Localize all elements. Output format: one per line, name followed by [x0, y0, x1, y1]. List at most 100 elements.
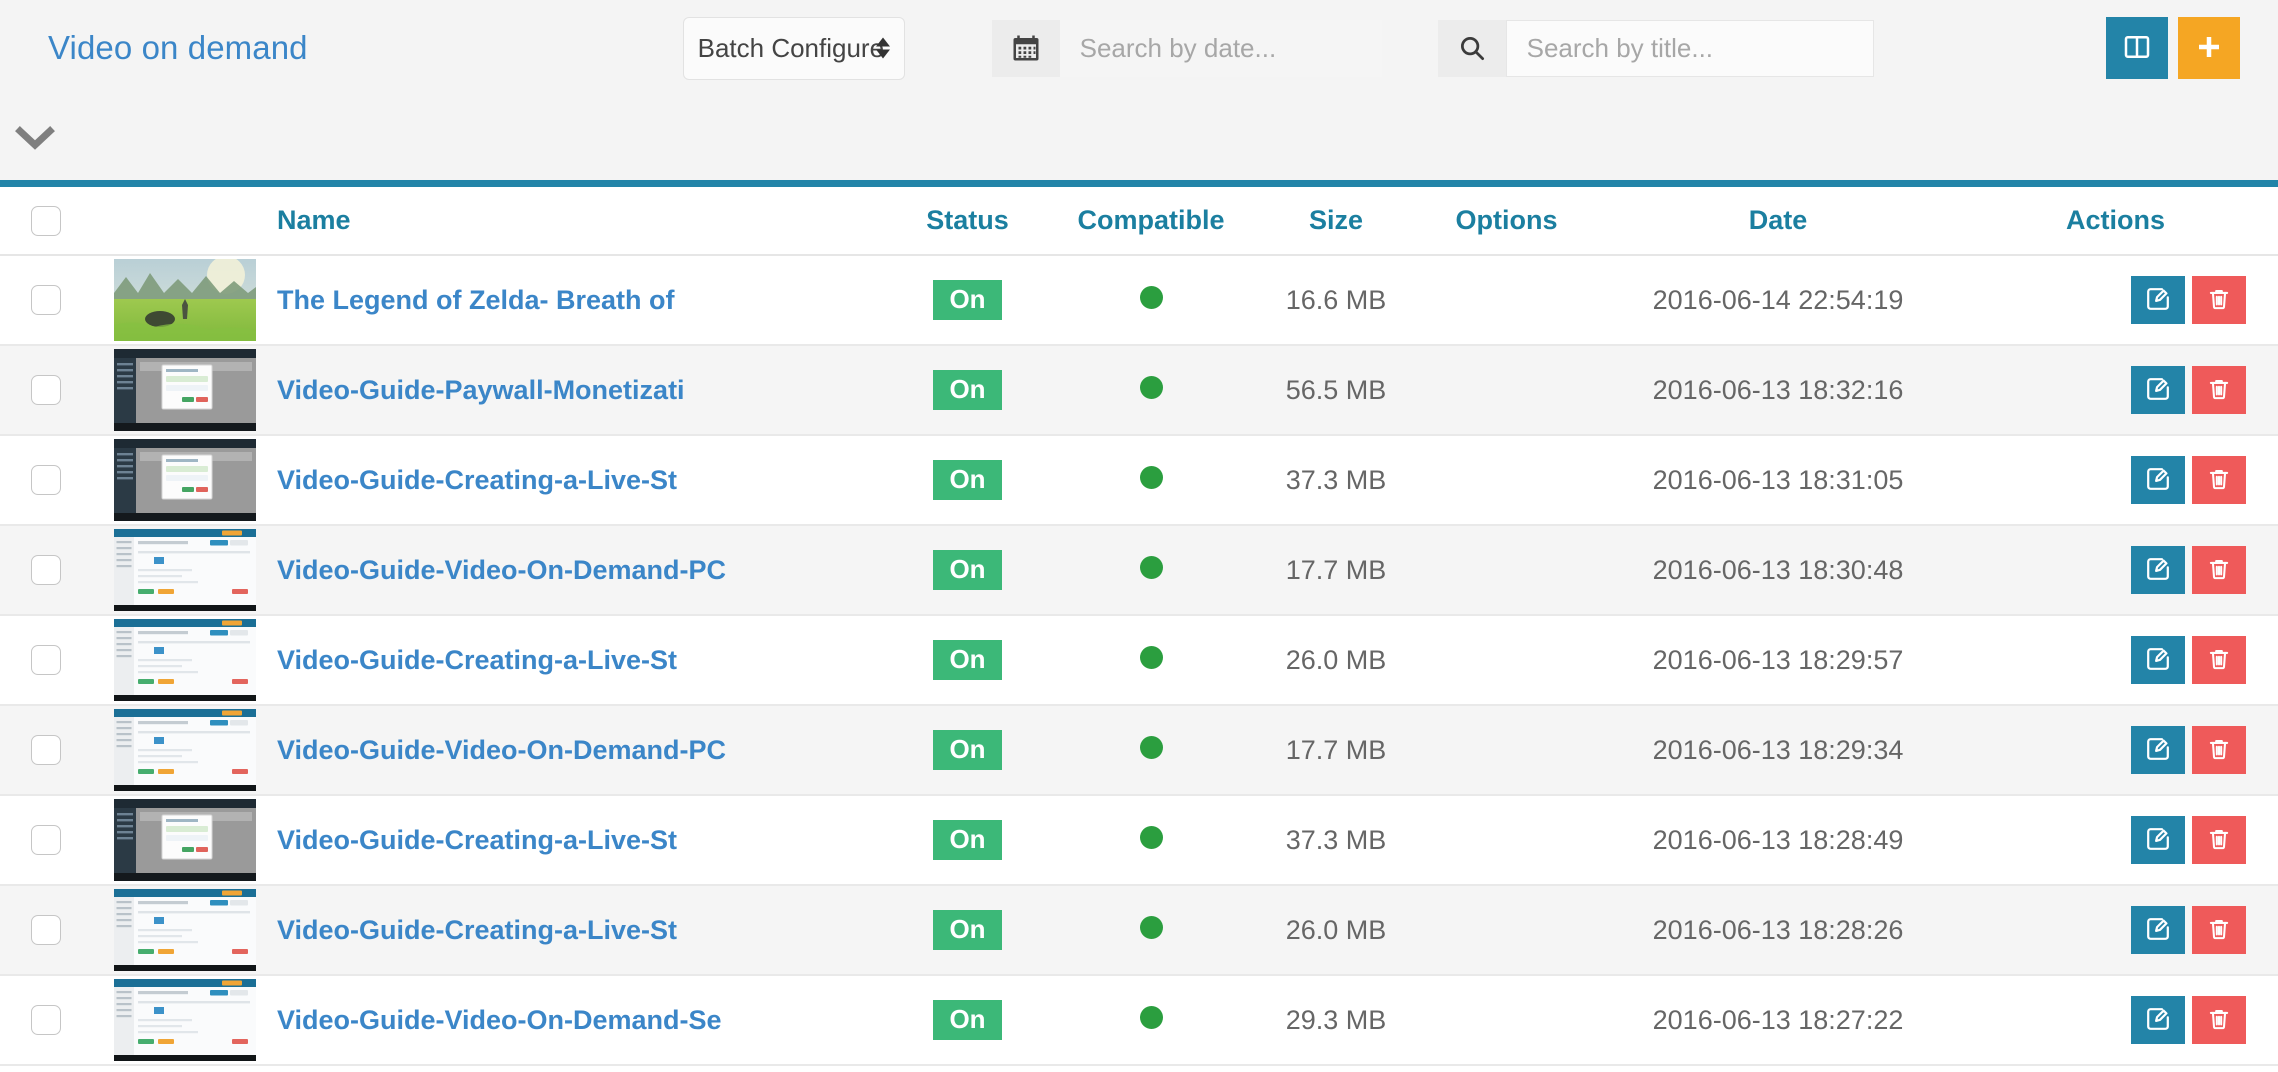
- header-date[interactable]: Date: [1603, 187, 1953, 256]
- row-checkbox[interactable]: [31, 735, 61, 765]
- table-row[interactable]: Video-Guide-Video-On-Demand-PC On 17.7 M…: [0, 525, 2278, 615]
- edit-button[interactable]: [2131, 276, 2185, 324]
- compatible-indicator-icon: [1139, 376, 1163, 399]
- row-size-cell: 29.3 MB: [1285, 1004, 1387, 1035]
- add-button[interactable]: [2178, 17, 2240, 79]
- row-options-cell: [1410, 975, 1603, 1065]
- batch-configure-select[interactable]: Batch Configure: [682, 16, 905, 80]
- row-checkbox[interactable]: [31, 285, 61, 315]
- header-actions[interactable]: Actions: [1953, 187, 2278, 256]
- table-row[interactable]: Video-Guide-Video-On-Demand-PC On 17.7 M…: [0, 705, 2278, 795]
- select-all-checkbox[interactable]: [31, 206, 61, 237]
- row-compatible-cell: [1040, 885, 1262, 975]
- row-name-cell: Video-Guide-Creating-a-Live-St: [277, 615, 895, 705]
- status-badge: On: [933, 280, 1002, 320]
- video-thumbnail[interactable]: [113, 259, 256, 341]
- row-thumbnail-cell: [92, 345, 277, 435]
- chevron-down-icon: [13, 124, 57, 157]
- video-thumbnail[interactable]: [113, 439, 256, 521]
- row-checkbox[interactable]: [31, 915, 61, 945]
- video-thumbnail[interactable]: [113, 979, 256, 1061]
- delete-button[interactable]: [2192, 726, 2246, 774]
- collapse-toggle-button[interactable]: [13, 118, 57, 162]
- video-title-link[interactable]: Video-Guide-Creating-a-Live-St: [277, 465, 677, 496]
- header-size[interactable]: Size: [1262, 187, 1410, 256]
- edit-button[interactable]: [2131, 456, 2185, 504]
- title-search-input[interactable]: [1505, 19, 1874, 77]
- video-title-link[interactable]: Video-Guide-Video-On-Demand-Se: [277, 1005, 722, 1036]
- video-title-link[interactable]: Video-Guide-Creating-a-Live-St: [277, 645, 677, 676]
- edit-button[interactable]: [2131, 816, 2185, 864]
- row-options-cell: [1410, 435, 1603, 525]
- video-title-link[interactable]: Video-Guide-Paywall-Monetizati: [277, 375, 685, 406]
- video-thumbnail[interactable]: [113, 799, 256, 881]
- row-size-cell: 37.3 MB: [1285, 824, 1387, 855]
- video-title-link[interactable]: Video-Guide-Creating-a-Live-St: [277, 825, 677, 856]
- toolbar-center-group: Batch Configure: [682, 16, 1874, 80]
- video-thumbnail[interactable]: [113, 529, 256, 611]
- status-badge: On: [933, 640, 1002, 680]
- table-row[interactable]: Video-Guide-Creating-a-Live-St On 26.0 M…: [0, 615, 2278, 705]
- row-size-cell: 26.0 MB: [1285, 644, 1387, 675]
- row-checkbox[interactable]: [31, 825, 61, 855]
- table-row[interactable]: The Legend of Zelda- Breath of On 16.6 M…: [0, 255, 2278, 345]
- video-thumbnail[interactable]: [113, 619, 256, 701]
- video-thumbnail[interactable]: [113, 889, 256, 971]
- header-name[interactable]: Name: [277, 187, 895, 256]
- columns-toggle-button[interactable]: [2106, 17, 2168, 79]
- table-row[interactable]: Video-Guide-Video-On-Demand-Se On 29.3 M…: [0, 975, 2278, 1065]
- video-title-link[interactable]: The Legend of Zelda- Breath of: [277, 285, 675, 316]
- edit-button[interactable]: [2131, 996, 2185, 1044]
- video-thumbnail[interactable]: [113, 709, 256, 791]
- compatible-indicator-icon: [1139, 736, 1163, 759]
- edit-icon: [2144, 825, 2172, 856]
- row-date-cell: 2016-06-13 18:29:34: [1652, 734, 1904, 765]
- row-checkbox[interactable]: [31, 555, 61, 585]
- row-actions-cell: [1953, 435, 2278, 525]
- header-status[interactable]: Status: [895, 187, 1040, 256]
- search-icon: [1437, 19, 1506, 77]
- row-checkbox[interactable]: [31, 465, 61, 495]
- delete-button[interactable]: [2192, 546, 2246, 594]
- video-thumbnail[interactable]: [113, 349, 256, 431]
- table-row[interactable]: Video-Guide-Creating-a-Live-St On 37.3 M…: [0, 795, 2278, 885]
- edit-button[interactable]: [2131, 726, 2185, 774]
- row-compatible-cell: [1040, 795, 1262, 885]
- delete-button[interactable]: [2192, 366, 2246, 414]
- row-select-cell: [0, 255, 92, 345]
- row-date-cell: 2016-06-14 22:54:19: [1652, 284, 1904, 315]
- edit-button[interactable]: [2131, 906, 2185, 954]
- row-thumbnail-cell: [92, 525, 277, 615]
- header-compatible[interactable]: Compatible: [1040, 187, 1262, 256]
- edit-button[interactable]: [2131, 546, 2185, 594]
- row-thumbnail-cell: [92, 795, 277, 885]
- video-title-link[interactable]: Video-Guide-Video-On-Demand-PC: [277, 735, 726, 766]
- delete-button[interactable]: [2192, 996, 2246, 1044]
- delete-button[interactable]: [2192, 636, 2246, 684]
- row-size-cell: 17.7 MB: [1285, 734, 1387, 765]
- trash-icon: [2206, 916, 2232, 945]
- video-title-link[interactable]: Video-Guide-Video-On-Demand-PC: [277, 555, 726, 586]
- row-actions-cell: [1953, 795, 2278, 885]
- row-checkbox[interactable]: [31, 1005, 61, 1035]
- delete-button[interactable]: [2192, 906, 2246, 954]
- row-size-cell: 16.6 MB: [1285, 284, 1387, 315]
- delete-button[interactable]: [2192, 276, 2246, 324]
- edit-button[interactable]: [2131, 636, 2185, 684]
- row-checkbox[interactable]: [31, 375, 61, 405]
- table-row[interactable]: Video-Guide-Creating-a-Live-St On 37.3 M…: [0, 435, 2278, 525]
- delete-button[interactable]: [2192, 816, 2246, 864]
- row-checkbox[interactable]: [31, 645, 61, 675]
- video-title-link[interactable]: Video-Guide-Creating-a-Live-St: [277, 915, 677, 946]
- edit-button[interactable]: [2131, 366, 2185, 414]
- table-row[interactable]: Video-Guide-Paywall-Monetizati On 56.5 M…: [0, 345, 2278, 435]
- header-options[interactable]: Options: [1410, 187, 1603, 256]
- row-actions-cell: [1953, 705, 2278, 795]
- status-badge: On: [933, 820, 1002, 860]
- compatible-indicator-icon: [1139, 1006, 1163, 1029]
- row-compatible-cell: [1040, 525, 1262, 615]
- date-search-input[interactable]: [1059, 19, 1382, 77]
- table-row[interactable]: Video-Guide-Creating-a-Live-St On 26.0 M…: [0, 885, 2278, 975]
- delete-button[interactable]: [2192, 456, 2246, 504]
- trash-icon: [2206, 646, 2232, 675]
